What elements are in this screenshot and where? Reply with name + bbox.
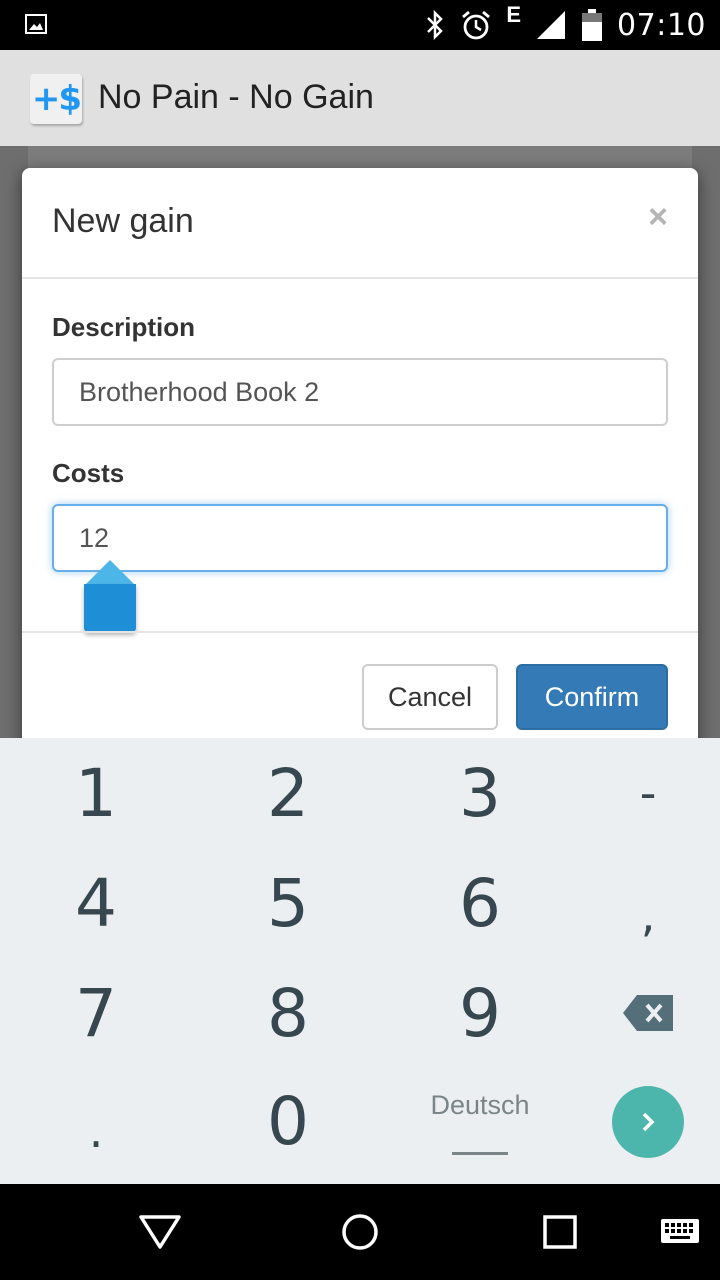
description-value: Brotherhood Book 2: [79, 376, 320, 407]
image-icon: [25, 14, 47, 34]
language-underline: [452, 1152, 508, 1155]
cancel-button[interactable]: Cancel: [362, 664, 498, 730]
recents-icon: [543, 1215, 577, 1249]
language-switch-key[interactable]: Deutsch: [390, 1090, 570, 1170]
navigation-bar: [0, 1184, 720, 1280]
battery-icon: [582, 9, 603, 41]
new-gain-dialog: New gain × Description Brotherhood Book …: [22, 168, 698, 768]
recents-button[interactable]: [500, 1184, 620, 1280]
clock: 07:10: [617, 7, 706, 43]
key-0[interactable]: 0: [198, 1066, 378, 1176]
dialog-header: New gain ×: [22, 168, 698, 279]
confirm-button[interactable]: Confirm: [516, 664, 668, 730]
key-2[interactable]: 2: [198, 738, 378, 848]
bluetooth-icon: [427, 10, 444, 40]
costs-label: Costs: [52, 458, 125, 488]
next-key[interactable]: [612, 1086, 684, 1158]
costs-input[interactable]: 12: [52, 504, 668, 572]
home-button[interactable]: [300, 1184, 420, 1280]
app-icon-text: +$: [31, 79, 82, 119]
alarm-icon: [462, 10, 491, 40]
dialog-title: New gain: [52, 202, 194, 240]
costs-value: 12: [79, 522, 110, 553]
status-bar: E 07:10: [0, 0, 720, 50]
language-label: Deutsch: [430, 1090, 530, 1120]
back-icon: [139, 1215, 181, 1249]
close-icon[interactable]: ×: [648, 198, 668, 237]
footer-divider: [22, 631, 698, 633]
app-bar: +$ No Pain - No Gain: [0, 50, 720, 146]
key-3[interactable]: 3: [390, 738, 570, 848]
app-icon: +$: [30, 74, 82, 124]
key-6[interactable]: 6: [390, 848, 570, 958]
key-dot[interactable]: .: [6, 1076, 186, 1186]
network-type: E: [506, 2, 522, 27]
key-5[interactable]: 5: [198, 848, 378, 958]
key-minus[interactable]: -: [558, 738, 720, 848]
back-button[interactable]: [100, 1184, 220, 1280]
text-cursor-handle[interactable]: [84, 560, 136, 634]
key-9[interactable]: 9: [390, 958, 570, 1068]
key-1[interactable]: 1: [6, 738, 186, 848]
key-7[interactable]: 7: [6, 958, 186, 1068]
description-label: Description: [52, 312, 196, 342]
signal-icon: [537, 11, 566, 39]
key-4[interactable]: 4: [6, 848, 186, 958]
description-input[interactable]: Brotherhood Book 2: [52, 358, 668, 426]
backspace-key[interactable]: [558, 958, 720, 1068]
keyboard-switch-button[interactable]: [620, 1184, 720, 1280]
keyboard-icon: [661, 1219, 699, 1243]
key-8[interactable]: 8: [198, 958, 378, 1068]
key-comma[interactable]: ,: [558, 860, 720, 970]
app-title: No Pain - No Gain: [98, 78, 374, 116]
home-icon: [342, 1214, 378, 1250]
status-icons: E 07:10: [424, 0, 706, 50]
chevron-right-icon: [642, 1112, 655, 1132]
backspace-icon: [623, 995, 673, 1031]
